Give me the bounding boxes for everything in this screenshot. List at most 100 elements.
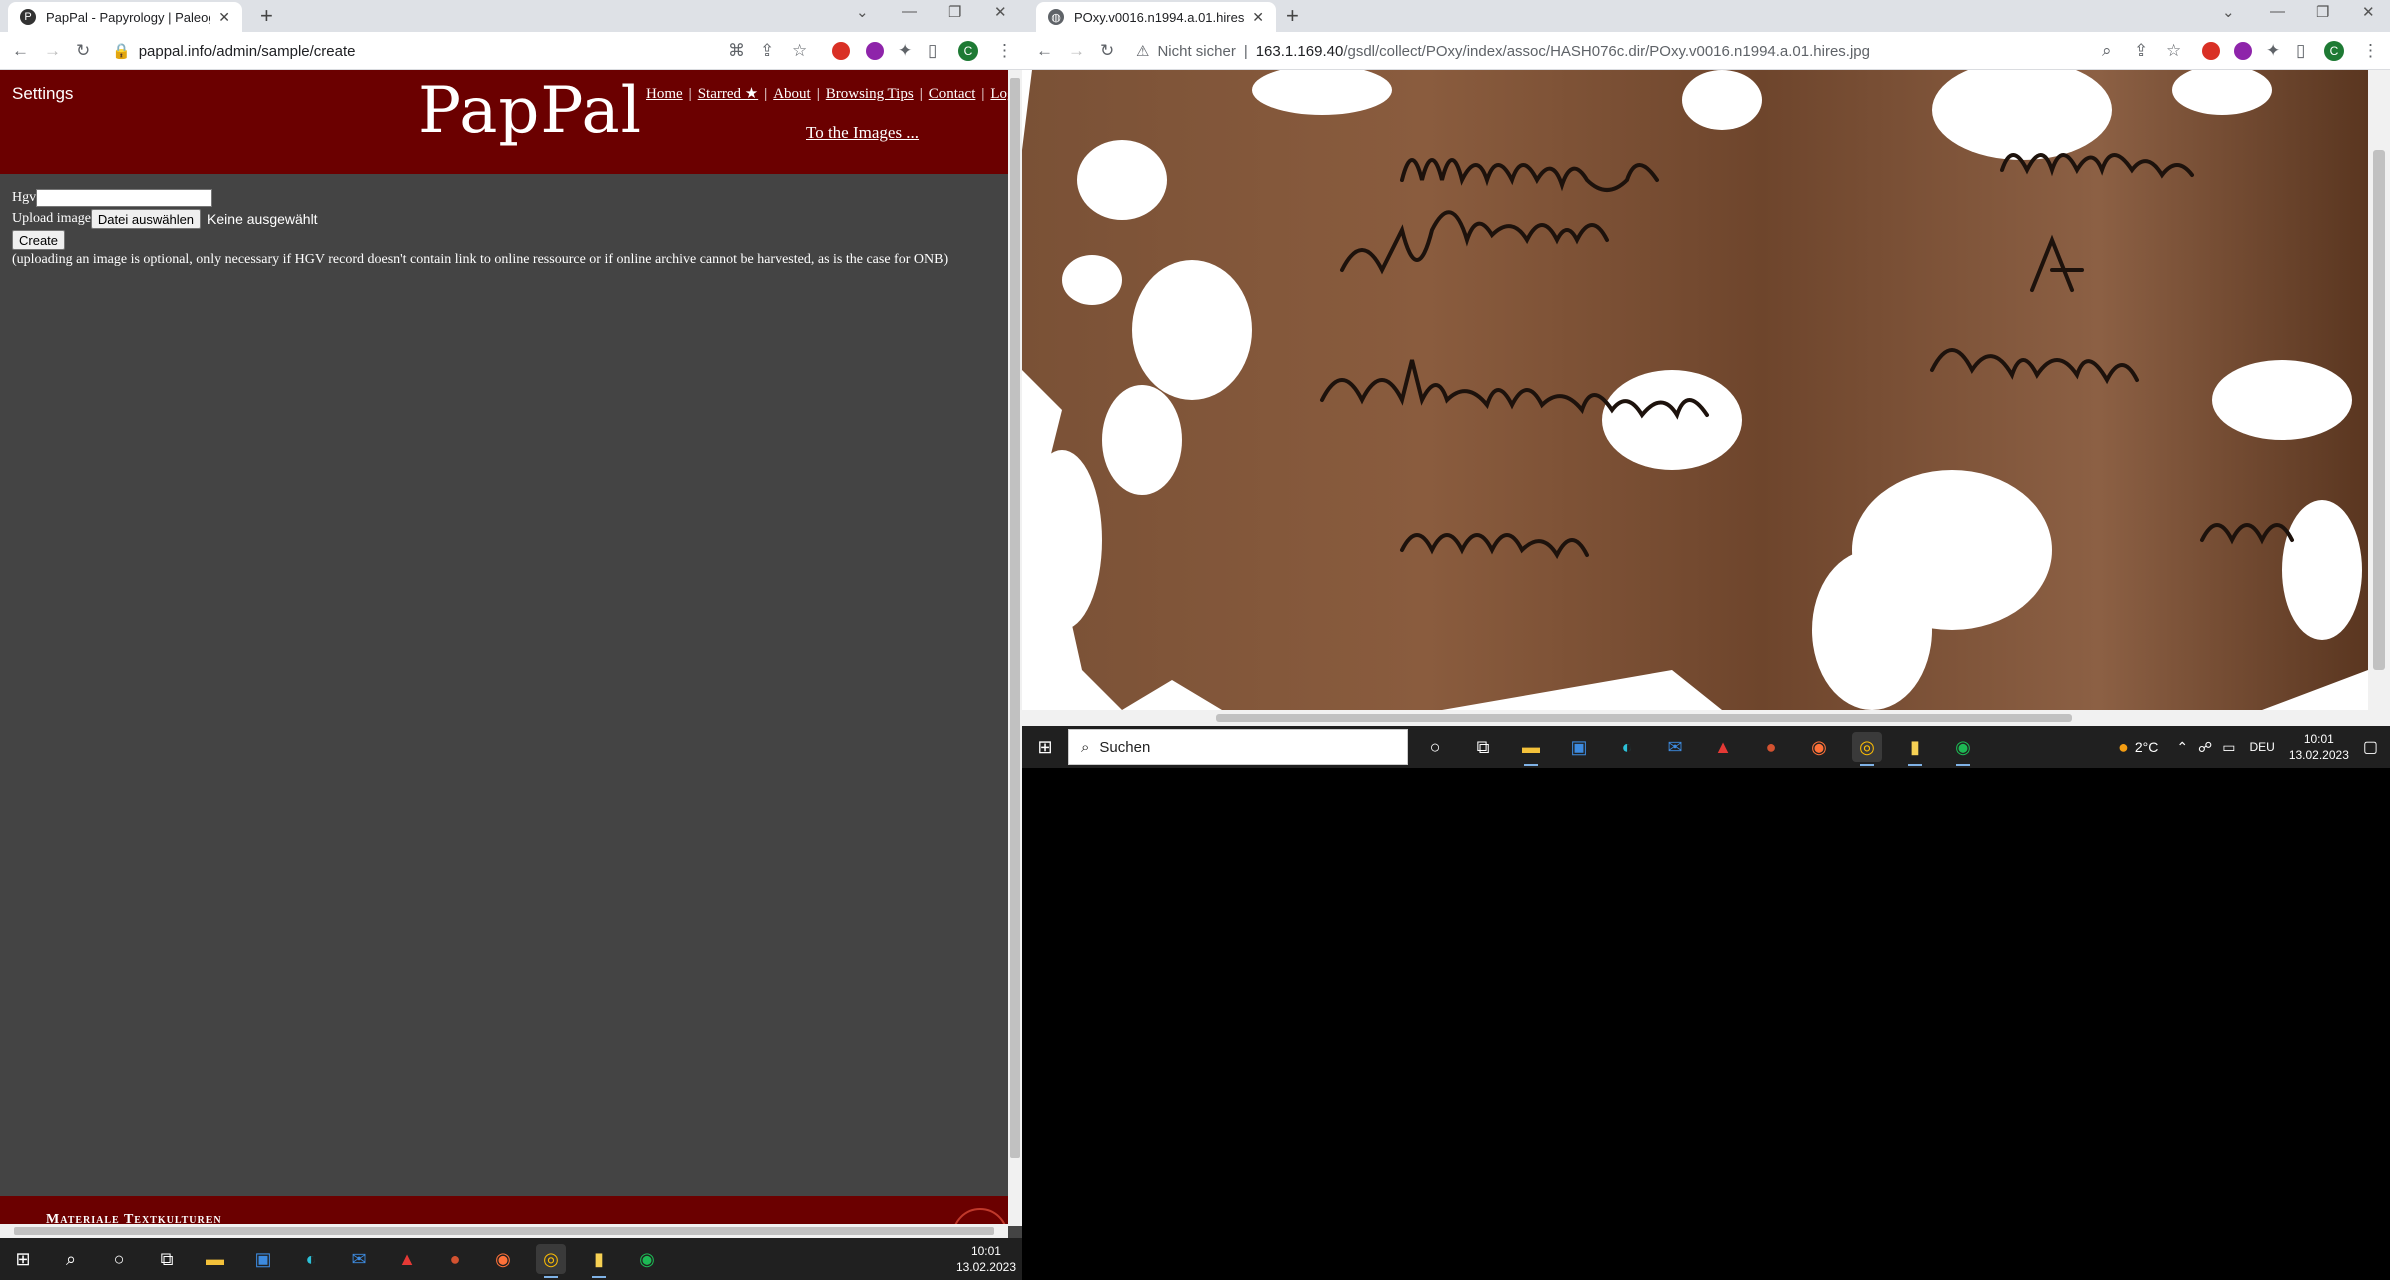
chrome-icon[interactable]: ◎ <box>1852 732 1882 766</box>
task-view-icon[interactable]: ⧉ <box>1468 732 1498 762</box>
sticky-icon[interactable]: ▮ <box>1900 732 1930 766</box>
vertical-scrollbar[interactable] <box>1008 70 1022 1226</box>
notification-icon[interactable]: ▢ <box>2363 737 2378 757</box>
choose-file-button[interactable]: Datei auswählen <box>90 209 202 229</box>
edge-icon[interactable]: ◐ <box>1612 732 1642 762</box>
to-images-link[interactable]: To the Images ... <box>806 123 919 143</box>
profile-avatar[interactable]: C <box>2324 41 2344 61</box>
restore-button[interactable]: ❐ <box>2316 3 2329 21</box>
zoom-icon[interactable]: ⌕ <box>2102 41 2112 61</box>
taskbar-clock[interactable]: 10:01 13.02.2023 <box>956 1243 1016 1275</box>
network-icon[interactable]: ☍ <box>2198 739 2212 756</box>
pappal-page: Settings PapPal Home | Starred ★ | About | Bro… <box>0 70 1008 1226</box>
taskbar-search-box[interactable]: ⌕ Suchen <box>1068 729 1408 765</box>
extensions-puzzle-icon[interactable]: ✦ <box>898 41 912 61</box>
close-window-button[interactable]: ✕ <box>994 3 1007 21</box>
new-tab-button[interactable]: + <box>1286 4 1299 28</box>
site-logo[interactable]: PapPal <box>418 74 642 148</box>
restore-button[interactable]: ❐ <box>948 3 961 21</box>
weather-temp[interactable]: 2°C <box>2135 739 2159 755</box>
weather-icon[interactable]: ● <box>2118 737 2129 758</box>
extension-icon[interactable] <box>2202 42 2220 60</box>
close-tab-icon[interactable]: ✕ <box>1252 9 1264 26</box>
mail-icon[interactable]: ✉ <box>1660 732 1690 762</box>
back-icon[interactable]: ← <box>1036 41 1053 61</box>
nav-logout[interactable]: Logout <box>990 86 1008 102</box>
sticky-icon[interactable]: ▮ <box>584 1244 614 1278</box>
extension-icon[interactable] <box>866 42 884 60</box>
powerpoint-icon[interactable]: ● <box>440 1244 470 1274</box>
extension-icon[interactable] <box>2234 42 2252 60</box>
spotify-icon[interactable]: ◉ <box>1948 732 1978 766</box>
nav-contact[interactable]: Contact <box>929 86 976 102</box>
tab-pappal[interactable]: P PapPal - Papyrology | Paleograph ✕ <box>8 2 242 32</box>
tab-search-icon[interactable]: ⌄ <box>856 3 869 21</box>
share-icon[interactable]: ⇪ <box>760 41 774 61</box>
nav-home[interactable]: Home <box>646 86 683 102</box>
store-icon[interactable]: ▣ <box>248 1244 278 1274</box>
scrollbar-thumb[interactable] <box>2373 150 2385 670</box>
new-tab-button[interactable]: + <box>260 4 273 28</box>
scrollbar-thumb[interactable] <box>1216 714 2072 722</box>
battery-icon[interactable]: ▭ <box>2222 739 2235 756</box>
chrome-icon[interactable]: ◎ <box>536 1244 566 1278</box>
close-window-button[interactable]: ✕ <box>2362 3 2375 21</box>
minimize-button[interactable]: — <box>902 3 917 20</box>
edge-icon[interactable]: ◐ <box>296 1244 326 1274</box>
tray-chevron-icon[interactable]: ⌃ <box>2176 739 2188 756</box>
file-explorer-icon[interactable]: ▬ <box>1516 732 1546 766</box>
menu-icon[interactable]: ⋮ <box>2362 41 2379 61</box>
scrollbar-thumb[interactable] <box>1010 78 1020 1158</box>
acrobat-icon[interactable]: ▲ <box>392 1244 422 1274</box>
address-bar[interactable]: 🔒 pappal.info/admin/sample/create <box>112 37 712 65</box>
nav-browsing-tips[interactable]: Browsing Tips <box>826 86 914 102</box>
minimize-button[interactable]: — <box>2270 3 2285 20</box>
close-tab-icon[interactable]: ✕ <box>218 9 230 26</box>
papyrus-image[interactable] <box>1022 70 2368 710</box>
task-view-icon[interactable]: ⧉ <box>152 1244 182 1274</box>
windows-start-icon[interactable]: ⊞ <box>8 1244 38 1274</box>
bookmark-star-icon[interactable]: ☆ <box>792 41 807 61</box>
firefox-icon[interactable]: ◉ <box>1804 732 1834 762</box>
side-panel-icon[interactable]: ▯ <box>2296 41 2305 61</box>
language-indicator[interactable]: DEU <box>2249 740 2274 754</box>
nav-about[interactable]: About <box>773 86 811 102</box>
share-icon[interactable]: ⇪ <box>2134 41 2148 61</box>
create-button[interactable]: Create <box>12 230 66 250</box>
back-icon[interactable]: ← <box>12 41 29 61</box>
bookmark-star-icon[interactable]: ☆ <box>2166 41 2181 61</box>
nav-starred[interactable]: Starred ★ <box>698 86 759 102</box>
cortana-icon[interactable]: ○ <box>1420 732 1450 762</box>
store-icon[interactable]: ▣ <box>1564 732 1594 762</box>
translate-icon[interactable]: ⌘ <box>728 41 745 61</box>
windows-start-icon[interactable]: ⊞ <box>1030 732 1060 762</box>
extension-icon[interactable] <box>832 42 850 60</box>
horizontal-scrollbar[interactable] <box>1022 710 2390 726</box>
vertical-scrollbar[interactable] <box>2368 70 2390 710</box>
mail-icon[interactable]: ✉ <box>344 1244 374 1274</box>
file-explorer-icon[interactable]: ▬ <box>200 1244 230 1274</box>
side-panel-icon[interactable]: ▯ <box>928 41 937 61</box>
reload-icon[interactable]: ↻ <box>76 41 90 61</box>
forward-icon[interactable]: → <box>44 41 61 61</box>
search-icon[interactable]: ⌕ <box>56 1244 86 1274</box>
taskbar-clock[interactable]: 10:01 13.02.2023 <box>2289 731 2349 763</box>
acrobat-icon[interactable]: ▲ <box>1708 732 1738 762</box>
forward-icon[interactable]: → <box>1068 41 1085 61</box>
hgv-input[interactable] <box>36 189 213 207</box>
cortana-icon[interactable]: ○ <box>104 1244 134 1274</box>
extensions-puzzle-icon[interactable]: ✦ <box>2266 41 2280 61</box>
address-bar[interactable]: ⚠ Nicht sicher | 163.1.169.40/gsdl/colle… <box>1136 37 2096 65</box>
scrollbar-thumb[interactable] <box>14 1227 994 1235</box>
profile-avatar[interactable]: C <box>958 41 978 61</box>
spotify-icon[interactable]: ◉ <box>632 1244 662 1274</box>
reload-icon[interactable]: ↻ <box>1100 41 1114 61</box>
menu-icon[interactable]: ⋮ <box>996 41 1013 61</box>
settings-link[interactable]: Settings <box>12 84 73 104</box>
powerpoint-icon[interactable]: ● <box>1756 732 1786 762</box>
firefox-icon[interactable]: ◉ <box>488 1244 518 1274</box>
horizontal-scrollbar[interactable] <box>0 1224 1008 1238</box>
tab-search-icon[interactable]: ⌄ <box>2222 3 2235 21</box>
hgv-label: Hgv <box>12 190 37 205</box>
tab-poxy-image[interactable]: ◍ POxy.v0016.n1994.a.01.hires.jpg ✕ <box>1036 2 1276 32</box>
